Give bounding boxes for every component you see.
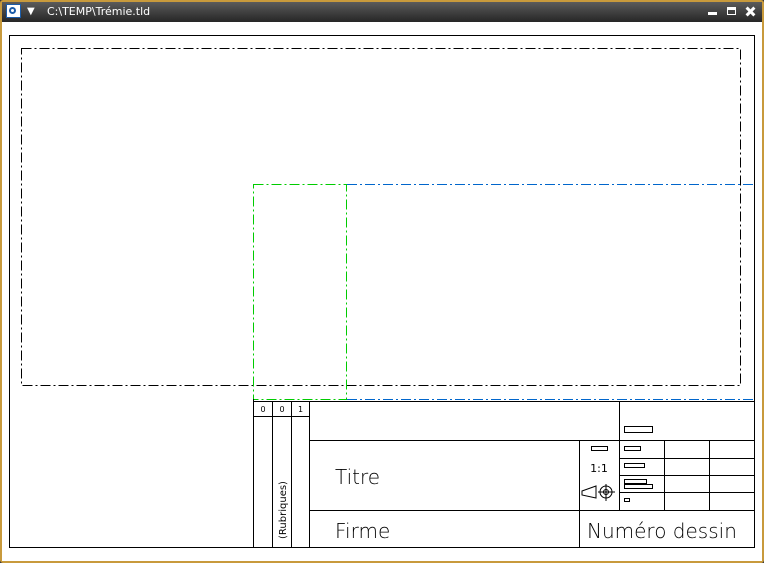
revision-cell-3: 1	[298, 405, 303, 414]
drawing-number-label: Numéro dessin	[587, 519, 737, 543]
drawing-canvas[interactable]: 0 0 1 (Rubriques) Titre Firme Numéro des…	[2, 22, 762, 561]
revision-cell-1: 0	[260, 405, 265, 414]
technical-drawing[interactable]: 0 0 1 (Rubriques) Titre Firme Numéro des…	[2, 22, 762, 561]
rubriques-label: (Rubriques)	[278, 481, 289, 539]
minimize-button[interactable]	[706, 6, 719, 17]
app-icon[interactable]	[6, 4, 21, 18]
green-view-frame	[253, 184, 347, 400]
close-button[interactable]	[744, 6, 757, 17]
title-bar[interactable]: ▼ C:\TEMP\Trémie.tld	[2, 2, 762, 22]
scale-value: 1:1	[590, 462, 608, 475]
revision-cell-2: 0	[279, 405, 284, 414]
drawing-area-frame	[21, 48, 741, 386]
dropdown-arrow-icon[interactable]: ▼	[27, 4, 35, 20]
firm-label: Firme	[335, 519, 390, 543]
window-title: C:\TEMP\Trémie.tld	[47, 5, 151, 18]
maximize-button[interactable]	[725, 6, 738, 17]
application-window: ▼ C:\TEMP\Trémie.tld 0 0 1 (Rubriques) T…	[0, 0, 764, 563]
first-angle-projection-icon	[581, 484, 615, 501]
title-label: Titre	[335, 465, 380, 489]
sheet-border	[9, 35, 755, 548]
